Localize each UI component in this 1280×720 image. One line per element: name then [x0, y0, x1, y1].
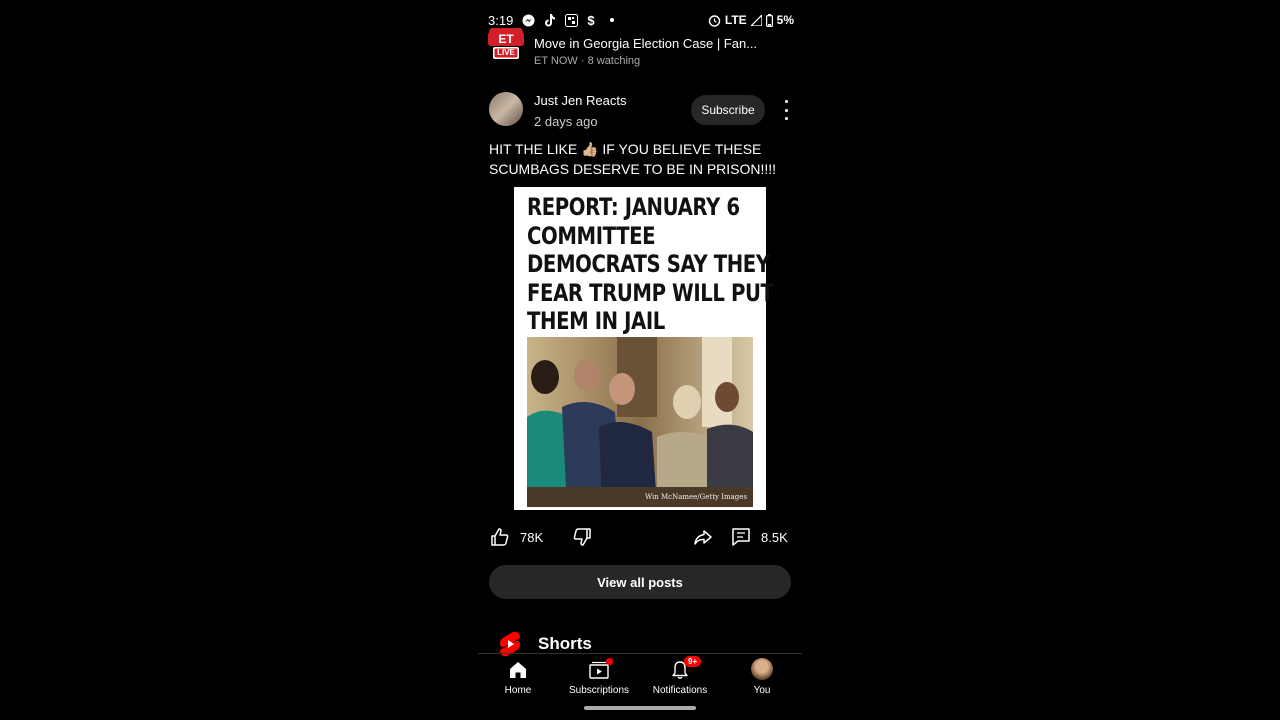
- nav-subscriptions-label: Subscriptions: [568, 685, 630, 696]
- nav-notifications[interactable]: 9+ Notifications: [640, 656, 720, 696]
- comment-count: 8.5K: [761, 529, 788, 545]
- battery-icon: [765, 13, 773, 27]
- status-bar: 3:19 $ LTE 5%: [488, 10, 794, 30]
- tiktok-icon: [544, 13, 556, 27]
- signal-icon: [750, 14, 762, 26]
- comment-icon: [731, 527, 751, 547]
- gesture-bar[interactable]: [584, 706, 696, 710]
- view-all-posts-button[interactable]: View all posts: [489, 565, 791, 599]
- share-icon: [693, 527, 713, 547]
- more-notifications-dot-icon: [609, 18, 614, 22]
- nav-home[interactable]: Home: [478, 656, 558, 696]
- post-time: 2 days ago: [534, 114, 598, 129]
- post-image[interactable]: REPORT: JANUARY 6 COMMITTEE DEMOCRATS SA…: [514, 187, 774, 510]
- dislike-button[interactable]: [572, 527, 592, 547]
- battery-percent: 5%: [776, 13, 794, 27]
- bottom-nav: Home Subscriptions 9+ Notifications You: [478, 656, 802, 700]
- nav-home-label: Home: [504, 685, 532, 696]
- phone-screen: 3:19 $ LTE 5% ET LIVE Move in Georgia El…: [478, 0, 802, 720]
- post-actions: 78K 8.5K: [488, 527, 792, 553]
- nav-you-label: You: [753, 685, 771, 696]
- subscriptions-new-dot: [606, 658, 613, 665]
- image-headline: REPORT: JANUARY 6 COMMITTEE DEMOCRATS SA…: [527, 193, 774, 335]
- network-label: LTE: [724, 13, 747, 27]
- live-badge: LIVE: [497, 48, 515, 57]
- channel-logo-brand: ET: [498, 32, 514, 46]
- post-text: HIT THE LIKE 👍🏼 IF YOU BELIEVE THESE SCU…: [489, 141, 777, 177]
- messenger-icon: [522, 13, 535, 27]
- live-video-row[interactable]: ET LIVE Move in Georgia Election Case | …: [486, 20, 792, 72]
- thumbs-down-icon: [572, 527, 592, 547]
- author-name[interactable]: Just Jen Reacts: [534, 93, 627, 108]
- nav-notifications-label: Notifications: [652, 685, 708, 696]
- status-time: 3:19: [488, 12, 514, 28]
- nav-subscriptions[interactable]: Subscriptions: [559, 656, 639, 696]
- notifications-badge: 9+: [684, 656, 702, 667]
- like-button[interactable]: 78K: [490, 527, 543, 547]
- nav-you[interactable]: You: [722, 656, 802, 696]
- thumbs-up-icon: [490, 527, 510, 547]
- live-video-title[interactable]: Move in Georgia Election Case | Fan...: [534, 36, 757, 51]
- share-button[interactable]: [693, 527, 713, 547]
- nav-divider: [478, 653, 802, 654]
- qr-app-icon: [565, 13, 579, 27]
- shorts-label: Shorts: [538, 634, 592, 653]
- like-count: 78K: [520, 529, 544, 545]
- home-icon: [508, 660, 528, 680]
- subscribe-button[interactable]: Subscribe: [691, 95, 765, 125]
- committee-photo: Win McNamee/Getty Images: [527, 337, 753, 507]
- user-avatar: [751, 658, 773, 680]
- comments-button[interactable]: 8.5K: [731, 527, 788, 547]
- photo-credit: Win McNamee/Getty Images: [644, 493, 747, 501]
- live-video-subtitle: ET NOW · 8 watching: [534, 55, 641, 67]
- more-options-icon[interactable]: [778, 100, 794, 120]
- alarm-icon: [708, 14, 721, 27]
- author-avatar[interactable]: [489, 92, 523, 126]
- channel-logo[interactable]: ET LIVE: [486, 20, 526, 64]
- dollar-icon: $: [587, 12, 595, 28]
